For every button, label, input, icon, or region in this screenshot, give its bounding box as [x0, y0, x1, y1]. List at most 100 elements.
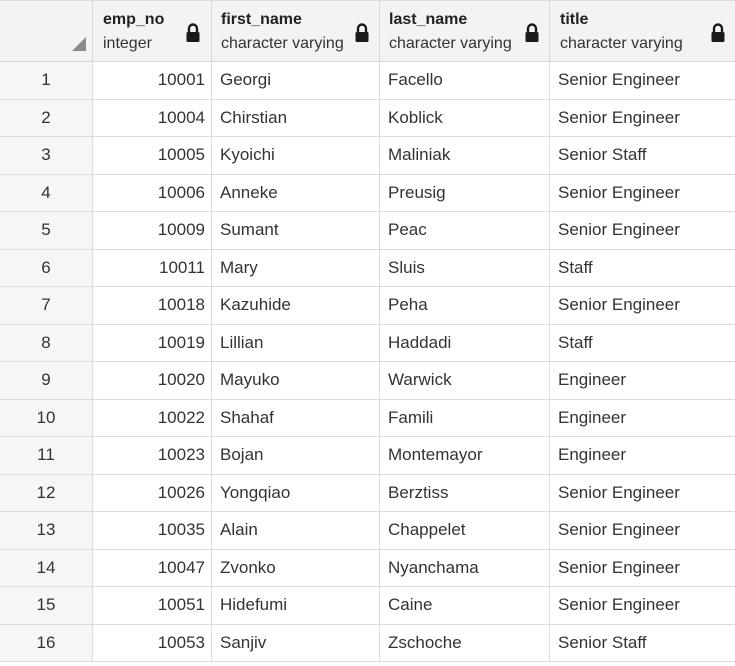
table-row[interactable]: 13 10035 Alain Chappelet Senior Engineer: [0, 512, 735, 550]
cell-emp-no[interactable]: 10005: [93, 137, 212, 174]
table-row[interactable]: 10 10022 Shahaf Famili Engineer: [0, 399, 735, 437]
cell-last-name[interactable]: Facello: [380, 62, 550, 99]
cell-first-name[interactable]: Sumant: [212, 212, 380, 249]
cell-title[interactable]: Senior Engineer: [550, 100, 735, 137]
cell-first-name[interactable]: Kyoichi: [212, 137, 380, 174]
row-number[interactable]: 7: [0, 287, 93, 324]
row-number[interactable]: 12: [0, 474, 93, 511]
cell-last-name[interactable]: Haddadi: [380, 324, 550, 361]
row-number[interactable]: 9: [0, 362, 93, 399]
cell-title[interactable]: Engineer: [550, 437, 735, 474]
row-number[interactable]: 6: [0, 249, 93, 286]
cell-last-name[interactable]: Montemayor: [380, 437, 550, 474]
column-header-last-name[interactable]: last_name character varying: [380, 1, 550, 61]
cell-title[interactable]: Senior Engineer: [550, 512, 735, 549]
cell-first-name[interactable]: Hidefumi: [212, 587, 380, 624]
cell-emp-no[interactable]: 10023: [93, 437, 212, 474]
cell-last-name[interactable]: Maliniak: [380, 137, 550, 174]
row-number[interactable]: 5: [0, 212, 93, 249]
cell-last-name[interactable]: Chappelet: [380, 512, 550, 549]
cell-title[interactable]: Senior Engineer: [550, 475, 735, 512]
cell-last-name[interactable]: Warwick: [380, 362, 550, 399]
cell-emp-no[interactable]: 10009: [93, 212, 212, 249]
cell-emp-no[interactable]: 10006: [93, 174, 212, 211]
row-number[interactable]: 4: [0, 174, 93, 211]
cell-first-name[interactable]: Lillian: [212, 324, 380, 361]
cell-title[interactable]: Senior Engineer: [550, 62, 735, 99]
table-row[interactable]: 16 10053 Sanjiv Zschoche Senior Staff: [0, 624, 735, 662]
cell-emp-no[interactable]: 10004: [93, 99, 212, 136]
cell-first-name[interactable]: Mayuko: [212, 362, 380, 399]
cell-title[interactable]: Staff: [550, 250, 735, 287]
table-row[interactable]: 5 10009 Sumant Peac Senior Engineer: [0, 212, 735, 250]
cell-first-name[interactable]: Shahaf: [212, 399, 380, 436]
cell-title[interactable]: Senior Staff: [550, 137, 735, 174]
cell-title[interactable]: Senior Engineer: [550, 550, 735, 587]
cell-last-name[interactable]: Caine: [380, 587, 550, 624]
row-number[interactable]: 15: [0, 587, 93, 624]
select-all-corner[interactable]: [0, 1, 93, 61]
cell-last-name[interactable]: Peha: [380, 287, 550, 324]
cell-last-name[interactable]: Zschoche: [380, 624, 550, 661]
row-number[interactable]: 1: [0, 62, 93, 99]
cell-title[interactable]: Senior Staff: [550, 625, 735, 662]
cell-emp-no[interactable]: 10053: [93, 624, 212, 661]
cell-emp-no[interactable]: 10020: [93, 362, 212, 399]
table-row[interactable]: 14 10047 Zvonko Nyanchama Senior Enginee…: [0, 549, 735, 587]
cell-title[interactable]: Senior Engineer: [550, 287, 735, 324]
row-number[interactable]: 16: [0, 624, 93, 661]
cell-title[interactable]: Senior Engineer: [550, 212, 735, 249]
table-row[interactable]: 1 10001 Georgi Facello Senior Engineer: [0, 62, 735, 100]
row-number[interactable]: 8: [0, 324, 93, 361]
table-row[interactable]: 8 10019 Lillian Haddadi Staff: [0, 324, 735, 362]
column-header-first-name[interactable]: first_name character varying: [212, 1, 380, 61]
cell-title[interactable]: Engineer: [550, 362, 735, 399]
cell-first-name[interactable]: Anneke: [212, 174, 380, 211]
cell-first-name[interactable]: Mary: [212, 249, 380, 286]
cell-last-name[interactable]: Nyanchama: [380, 549, 550, 586]
table-row[interactable]: 15 10051 Hidefumi Caine Senior Engineer: [0, 587, 735, 625]
cell-emp-no[interactable]: 10051: [93, 587, 212, 624]
table-row[interactable]: 11 10023 Bojan Montemayor Engineer: [0, 437, 735, 475]
table-row[interactable]: 9 10020 Mayuko Warwick Engineer: [0, 362, 735, 400]
cell-first-name[interactable]: Sanjiv: [212, 624, 380, 661]
cell-last-name[interactable]: Preusig: [380, 174, 550, 211]
cell-first-name[interactable]: Chirstian: [212, 99, 380, 136]
row-number[interactable]: 14: [0, 549, 93, 586]
cell-emp-no[interactable]: 10019: [93, 324, 212, 361]
cell-first-name[interactable]: Yongqiao: [212, 474, 380, 511]
cell-emp-no[interactable]: 10026: [93, 474, 212, 511]
row-number[interactable]: 3: [0, 137, 93, 174]
cell-emp-no[interactable]: 10047: [93, 549, 212, 586]
cell-title[interactable]: Senior Engineer: [550, 587, 735, 624]
cell-title[interactable]: Staff: [550, 325, 735, 362]
table-row[interactable]: 7 10018 Kazuhide Peha Senior Engineer: [0, 287, 735, 325]
cell-last-name[interactable]: Peac: [380, 212, 550, 249]
cell-first-name[interactable]: Alain: [212, 512, 380, 549]
cell-last-name[interactable]: Famili: [380, 399, 550, 436]
cell-emp-no[interactable]: 10035: [93, 512, 212, 549]
cell-title[interactable]: Senior Engineer: [550, 175, 735, 212]
column-header-emp-no[interactable]: emp_no integer: [93, 1, 212, 61]
cell-emp-no[interactable]: 10011: [93, 249, 212, 286]
cell-first-name[interactable]: Georgi: [212, 62, 380, 99]
cell-title[interactable]: Engineer: [550, 400, 735, 437]
cell-emp-no[interactable]: 10022: [93, 399, 212, 436]
cell-first-name[interactable]: Zvonko: [212, 549, 380, 586]
cell-emp-no[interactable]: 10018: [93, 287, 212, 324]
table-row[interactable]: 6 10011 Mary Sluis Staff: [0, 249, 735, 287]
table-row[interactable]: 2 10004 Chirstian Koblick Senior Enginee…: [0, 99, 735, 137]
column-header-title[interactable]: title character varying: [550, 1, 735, 61]
row-number[interactable]: 10: [0, 399, 93, 436]
table-row[interactable]: 3 10005 Kyoichi Maliniak Senior Staff: [0, 137, 735, 175]
row-number[interactable]: 13: [0, 512, 93, 549]
select-all-triangle-icon[interactable]: [72, 37, 86, 51]
cell-last-name[interactable]: Koblick: [380, 99, 550, 136]
cell-emp-no[interactable]: 10001: [93, 62, 212, 99]
cell-first-name[interactable]: Bojan: [212, 437, 380, 474]
cell-last-name[interactable]: Berztiss: [380, 474, 550, 511]
row-number[interactable]: 11: [0, 437, 93, 474]
cell-first-name[interactable]: Kazuhide: [212, 287, 380, 324]
table-row[interactable]: 12 10026 Yongqiao Berztiss Senior Engine…: [0, 474, 735, 512]
table-row[interactable]: 4 10006 Anneke Preusig Senior Engineer: [0, 174, 735, 212]
